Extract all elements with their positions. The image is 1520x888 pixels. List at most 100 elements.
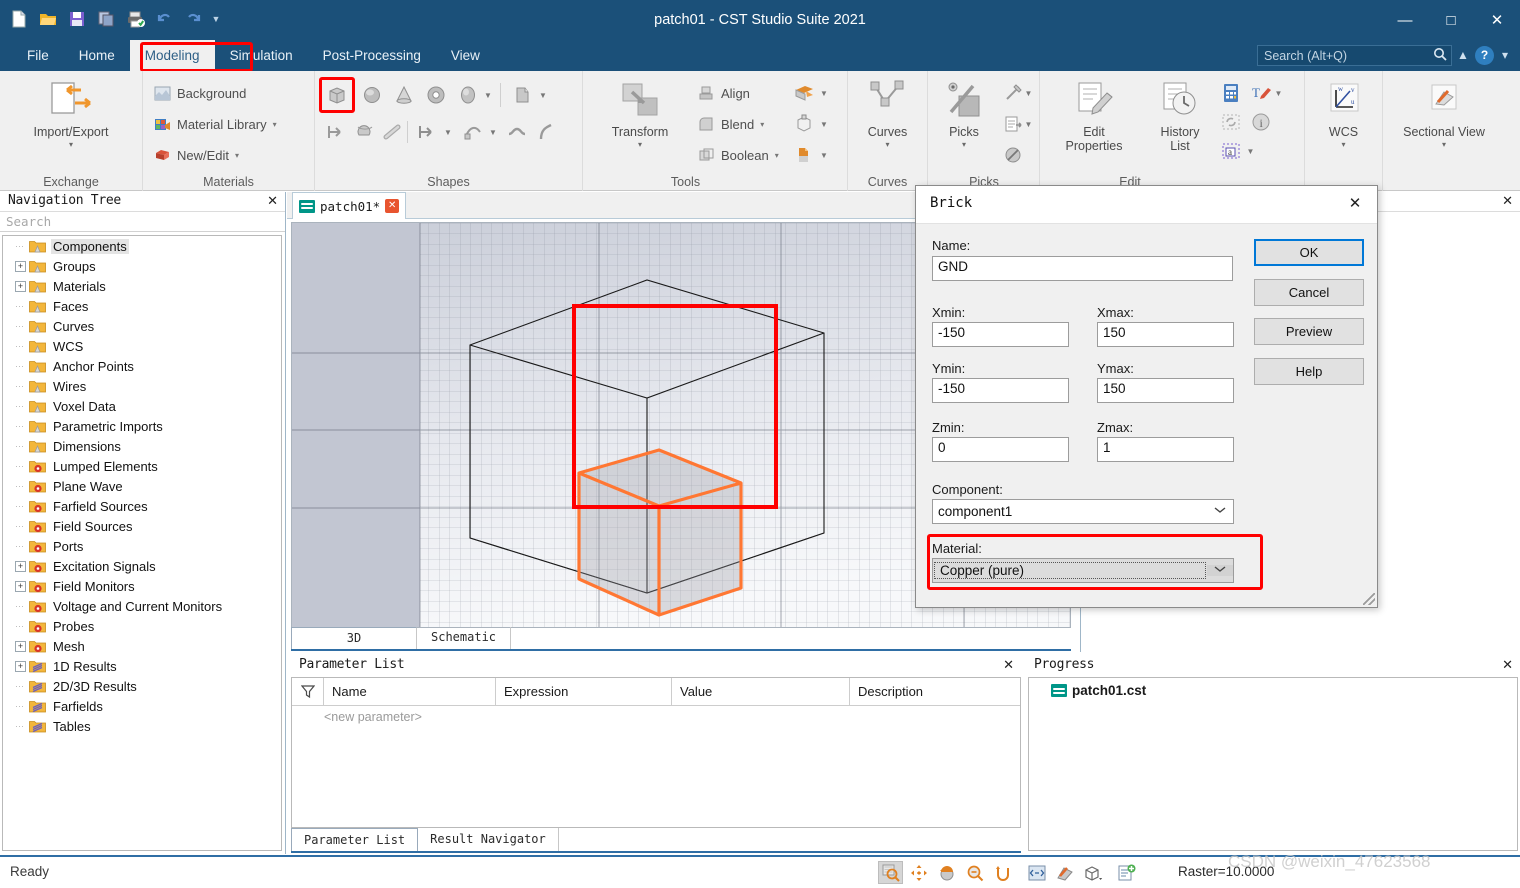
tab-view[interactable]: View	[436, 40, 495, 71]
trace-from-curve-icon[interactable]	[460, 119, 486, 145]
rename-caret-icon[interactable]: ▼	[1272, 80, 1285, 106]
rename-icon[interactable]: T	[1248, 80, 1274, 106]
new-parameter-placeholder[interactable]: <new parameter>	[292, 706, 496, 729]
navigation-tree-list[interactable]: ··· Components + Groups + Materials ··· Faces ··…	[2, 235, 282, 851]
parameter-column-description[interactable]: Description	[850, 678, 1020, 705]
extrude-face-icon[interactable]	[324, 119, 350, 145]
cone-icon[interactable]	[391, 82, 417, 108]
tree-expand-icon[interactable]: +	[15, 560, 26, 572]
local-modification-caret-icon[interactable]: ▼	[817, 111, 831, 137]
shape-tools-icon[interactable]	[791, 80, 817, 106]
view-cube-icon[interactable]	[1080, 861, 1105, 884]
tree-item-farfields[interactable]: ··· Farfields	[3, 696, 281, 716]
tree-item-curves[interactable]: ··· Curves	[3, 316, 281, 336]
ymin-field[interactable]: -150	[932, 378, 1069, 403]
tree-expand-icon[interactable]: +	[15, 280, 26, 292]
open-folder-icon[interactable]	[35, 6, 61, 32]
print-icon[interactable]	[122, 6, 148, 32]
information-icon[interactable]: i	[1248, 109, 1274, 135]
tree-expand-icon[interactable]: +	[15, 580, 26, 592]
viewport-tab-schematic[interactable]: Schematic	[417, 627, 512, 649]
zmax-field[interactable]: 1	[1097, 437, 1234, 462]
tree-item-faces[interactable]: ··· Faces	[3, 296, 281, 316]
boolean-button[interactable]: Boolean ▾	[695, 142, 779, 168]
pan-tool-icon[interactable]	[906, 861, 931, 884]
tab-modeling[interactable]: Modeling	[129, 40, 215, 71]
material-dropdown[interactable]: Copper (pure)	[932, 558, 1234, 583]
tree-item-voltage-and-current-monitors[interactable]: ··· Voltage and Current Monitors	[3, 596, 281, 616]
tree-item-excitation-signals[interactable]: + Excitation Signals	[3, 556, 281, 576]
rotate-tool-icon[interactable]	[934, 861, 959, 884]
undo-icon[interactable]	[151, 6, 177, 32]
navigation-tree-search-input[interactable]: Search	[0, 212, 285, 232]
redo-icon[interactable]	[180, 6, 206, 32]
document-tab-close-icon[interactable]: ✕	[385, 199, 400, 213]
sphere-icon[interactable]	[359, 82, 385, 108]
comment-caret-icon[interactable]: ▼	[1244, 138, 1257, 164]
tree-expand-icon[interactable]: +	[15, 260, 26, 272]
help-icon[interactable]: ?	[1475, 46, 1494, 65]
ymax-field[interactable]: 150	[1097, 378, 1234, 403]
new-edit-material-caret-icon[interactable]: ▾	[235, 151, 239, 160]
tree-item-wcs[interactable]: ··· WCS	[3, 336, 281, 356]
chevron-down-icon[interactable]	[1207, 565, 1233, 576]
progress-body[interactable]: patch01.cst	[1028, 677, 1518, 851]
sectional-view-caret-icon[interactable]: ▾	[1442, 140, 1446, 149]
tree-expand-icon[interactable]: +	[15, 660, 26, 672]
tree-item-ports[interactable]: ··· Ports	[3, 536, 281, 556]
tab-post-processing[interactable]: Post-Processing	[308, 40, 436, 71]
tree-item-dimensions[interactable]: ··· Dimensions	[3, 436, 281, 456]
brick-dialog-close-icon[interactable]: ✕	[1343, 193, 1367, 215]
dialog-resize-grip[interactable]	[1363, 593, 1375, 605]
blend-caret-icon[interactable]: ▾	[760, 120, 764, 129]
tab-home[interactable]: Home	[64, 40, 130, 71]
help-button[interactable]: Help	[1254, 358, 1364, 385]
boolean-caret-icon[interactable]: ▾	[775, 151, 779, 160]
background-button[interactable]: Background	[151, 80, 246, 106]
parameter-column-value[interactable]: Value	[672, 678, 850, 705]
maximize-button[interactable]: □	[1428, 0, 1474, 40]
tree-item-materials[interactable]: + Materials	[3, 276, 281, 296]
cancel-button[interactable]: Cancel	[1254, 279, 1364, 306]
tree-item-probes[interactable]: ··· Probes	[3, 616, 281, 636]
progress-close-icon[interactable]: ✕	[1502, 657, 1513, 673]
material-apply-icon[interactable]	[791, 142, 817, 168]
extrude-caret-icon[interactable]: ▼	[536, 82, 550, 108]
loft-icon[interactable]	[380, 119, 406, 145]
save-icon[interactable]	[64, 6, 90, 32]
bottom-tab-parameter-list[interactable]: Parameter List	[291, 828, 419, 851]
list-item[interactable]: patch01.cst	[1029, 678, 1517, 698]
tree-item-farfield-sources[interactable]: ··· Farfield Sources	[3, 496, 281, 516]
shape-tools-caret-icon[interactable]: ▼	[817, 80, 831, 106]
preview-button[interactable]: Preview	[1254, 318, 1364, 345]
wire-icon[interactable]	[533, 119, 559, 145]
table-row[interactable]: <new parameter>	[292, 706, 1020, 729]
local-modification-icon[interactable]	[791, 111, 817, 137]
tree-item-parametric-imports[interactable]: ··· Parametric Imports	[3, 416, 281, 436]
extrude-curve-caret-icon[interactable]: ▼	[441, 119, 455, 145]
tree-item-field-monitors[interactable]: + Field Monitors	[3, 576, 281, 596]
navigation-tree-close-icon[interactable]: ✕	[267, 193, 278, 209]
screenshot-icon[interactable]	[1114, 861, 1139, 884]
help-caret-icon[interactable]: ▾	[1496, 46, 1514, 65]
search-input[interactable]: Search (Alt+Q)	[1257, 45, 1452, 66]
viewport-tab-3d[interactable]: 3D	[291, 627, 417, 649]
fit-to-screen-icon[interactable]	[1024, 861, 1049, 884]
zoom-out-tool-icon[interactable]	[962, 861, 987, 884]
transform-caret-icon[interactable]: ▾	[638, 140, 642, 149]
material-library-caret-icon[interactable]: ▾	[273, 120, 277, 129]
tree-expand-icon[interactable]: +	[15, 640, 26, 652]
tree-item-mesh[interactable]: + Mesh	[3, 636, 281, 656]
tree-item-components[interactable]: ··· Components	[3, 236, 281, 256]
sectional-view-button[interactable]: Sectional View ▾	[1383, 77, 1505, 149]
comment-icon[interactable]: a	[1218, 138, 1244, 164]
calculator-icon[interactable]	[1218, 80, 1244, 106]
rotate-face-icon[interactable]	[352, 119, 378, 145]
tab-simulation[interactable]: Simulation	[215, 40, 308, 71]
pick-point-caret-icon[interactable]: ▼	[1022, 80, 1035, 106]
brick-icon[interactable]	[324, 82, 350, 108]
bend-sheet-icon[interactable]	[505, 119, 531, 145]
tree-item-groups[interactable]: + Groups	[3, 256, 281, 276]
tree-item-field-sources[interactable]: ··· Field Sources	[3, 516, 281, 536]
tree-item-lumped-elements[interactable]: ··· Lumped Elements	[3, 456, 281, 476]
